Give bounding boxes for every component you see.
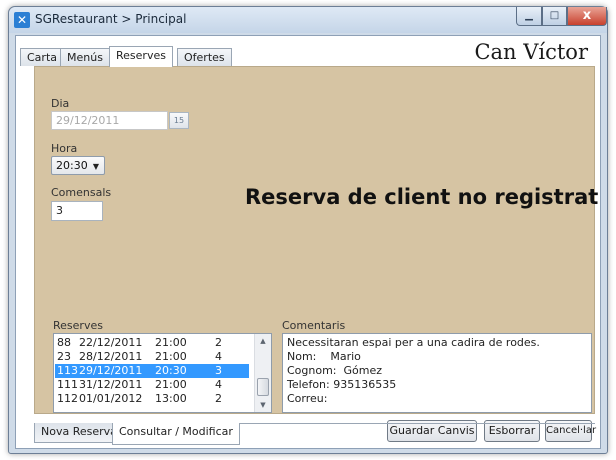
date-input[interactable]: 29/12/2011 (51, 111, 168, 130)
comentaris-label: Comentaris (282, 319, 346, 332)
tab-ofertes[interactable]: Ofertes (177, 48, 232, 66)
maximize-button[interactable]: □ (542, 7, 567, 26)
scroll-up-icon[interactable]: ▲ (255, 334, 271, 348)
bottom-tabs: Nova Reserva Consultar / Modificar (34, 423, 595, 445)
tab-menus[interactable]: Menús (60, 48, 110, 66)
comment-line: Necessitaran espai per a una cadira de r… (287, 336, 540, 349)
list-scrollbar[interactable]: ▲ ▼ (254, 334, 271, 412)
reserves-list[interactable]: 88 22/12/2011 21:00 2 23 28/12/2011 21:0… (53, 333, 272, 413)
page-heading: Reserva de client no registrat (245, 185, 599, 209)
app-window: ✕ SGRestaurant > Principal ▁ □ x Carta M… (8, 6, 608, 454)
restaurant-name: Can Víctor (474, 40, 588, 64)
client-area: Carta Menús Reserves Ofertes Can Víctor … (15, 35, 601, 449)
window-title: SGRestaurant > Principal (35, 12, 187, 26)
list-item[interactable]: 88 22/12/2011 21:00 2 (55, 336, 249, 350)
list-item[interactable]: 111 31/12/2011 21:00 4 (55, 378, 249, 392)
comment-line: Cognom: Gómez (287, 364, 383, 377)
hora-value: 20:30 (56, 159, 88, 172)
list-item[interactable]: 23 28/12/2011 21:00 4 (55, 350, 249, 364)
comment-line: Nom: Mario (287, 350, 361, 363)
tab-nova-reserva[interactable]: Nova Reserva (34, 423, 124, 443)
tab-consultar-modificar[interactable]: Consultar / Modificar (112, 423, 240, 445)
close-icon: x (582, 8, 592, 23)
tab-carta[interactable]: Carta (20, 48, 64, 66)
comment-line: Correu: (287, 392, 328, 405)
list-item[interactable]: 112 01/01/2012 13:00 2 (55, 392, 249, 406)
reservation-panel: Dia 29/12/2011 15 Hora 20:30 ▼ Comensals… (34, 66, 599, 442)
scroll-down-icon[interactable]: ▼ (255, 398, 271, 412)
hora-dropdown[interactable]: 20:30 ▼ (51, 156, 105, 175)
minimize-button[interactable]: ▁ (516, 7, 542, 26)
comensals-input[interactable]: 3 (51, 201, 103, 221)
app-icon: ✕ (14, 12, 30, 28)
close-button[interactable]: x (567, 7, 607, 26)
tab-reserves[interactable]: Reserves (109, 46, 173, 67)
list-item-selected[interactable]: 113 29/12/2011 20:30 3 (55, 364, 249, 378)
comment-line: Telefon: 935136535 (287, 378, 397, 391)
reserves-label: Reserves (53, 319, 103, 332)
hora-label: Hora (51, 142, 78, 155)
comments-textarea[interactable]: Necessitaran espai per a una cadira de r… (282, 333, 592, 413)
title-bar[interactable]: ✕ SGRestaurant > Principal ▁ □ x (9, 7, 607, 33)
dia-label: Dia (51, 97, 70, 110)
scroll-thumb[interactable] (257, 378, 269, 396)
comensals-label: Comensals (51, 186, 112, 199)
minimize-icon: ▁ (525, 10, 533, 21)
chevron-down-icon: ▼ (92, 162, 99, 171)
calendar-icon[interactable]: 15 (169, 112, 189, 129)
maximize-icon: □ (549, 10, 560, 21)
